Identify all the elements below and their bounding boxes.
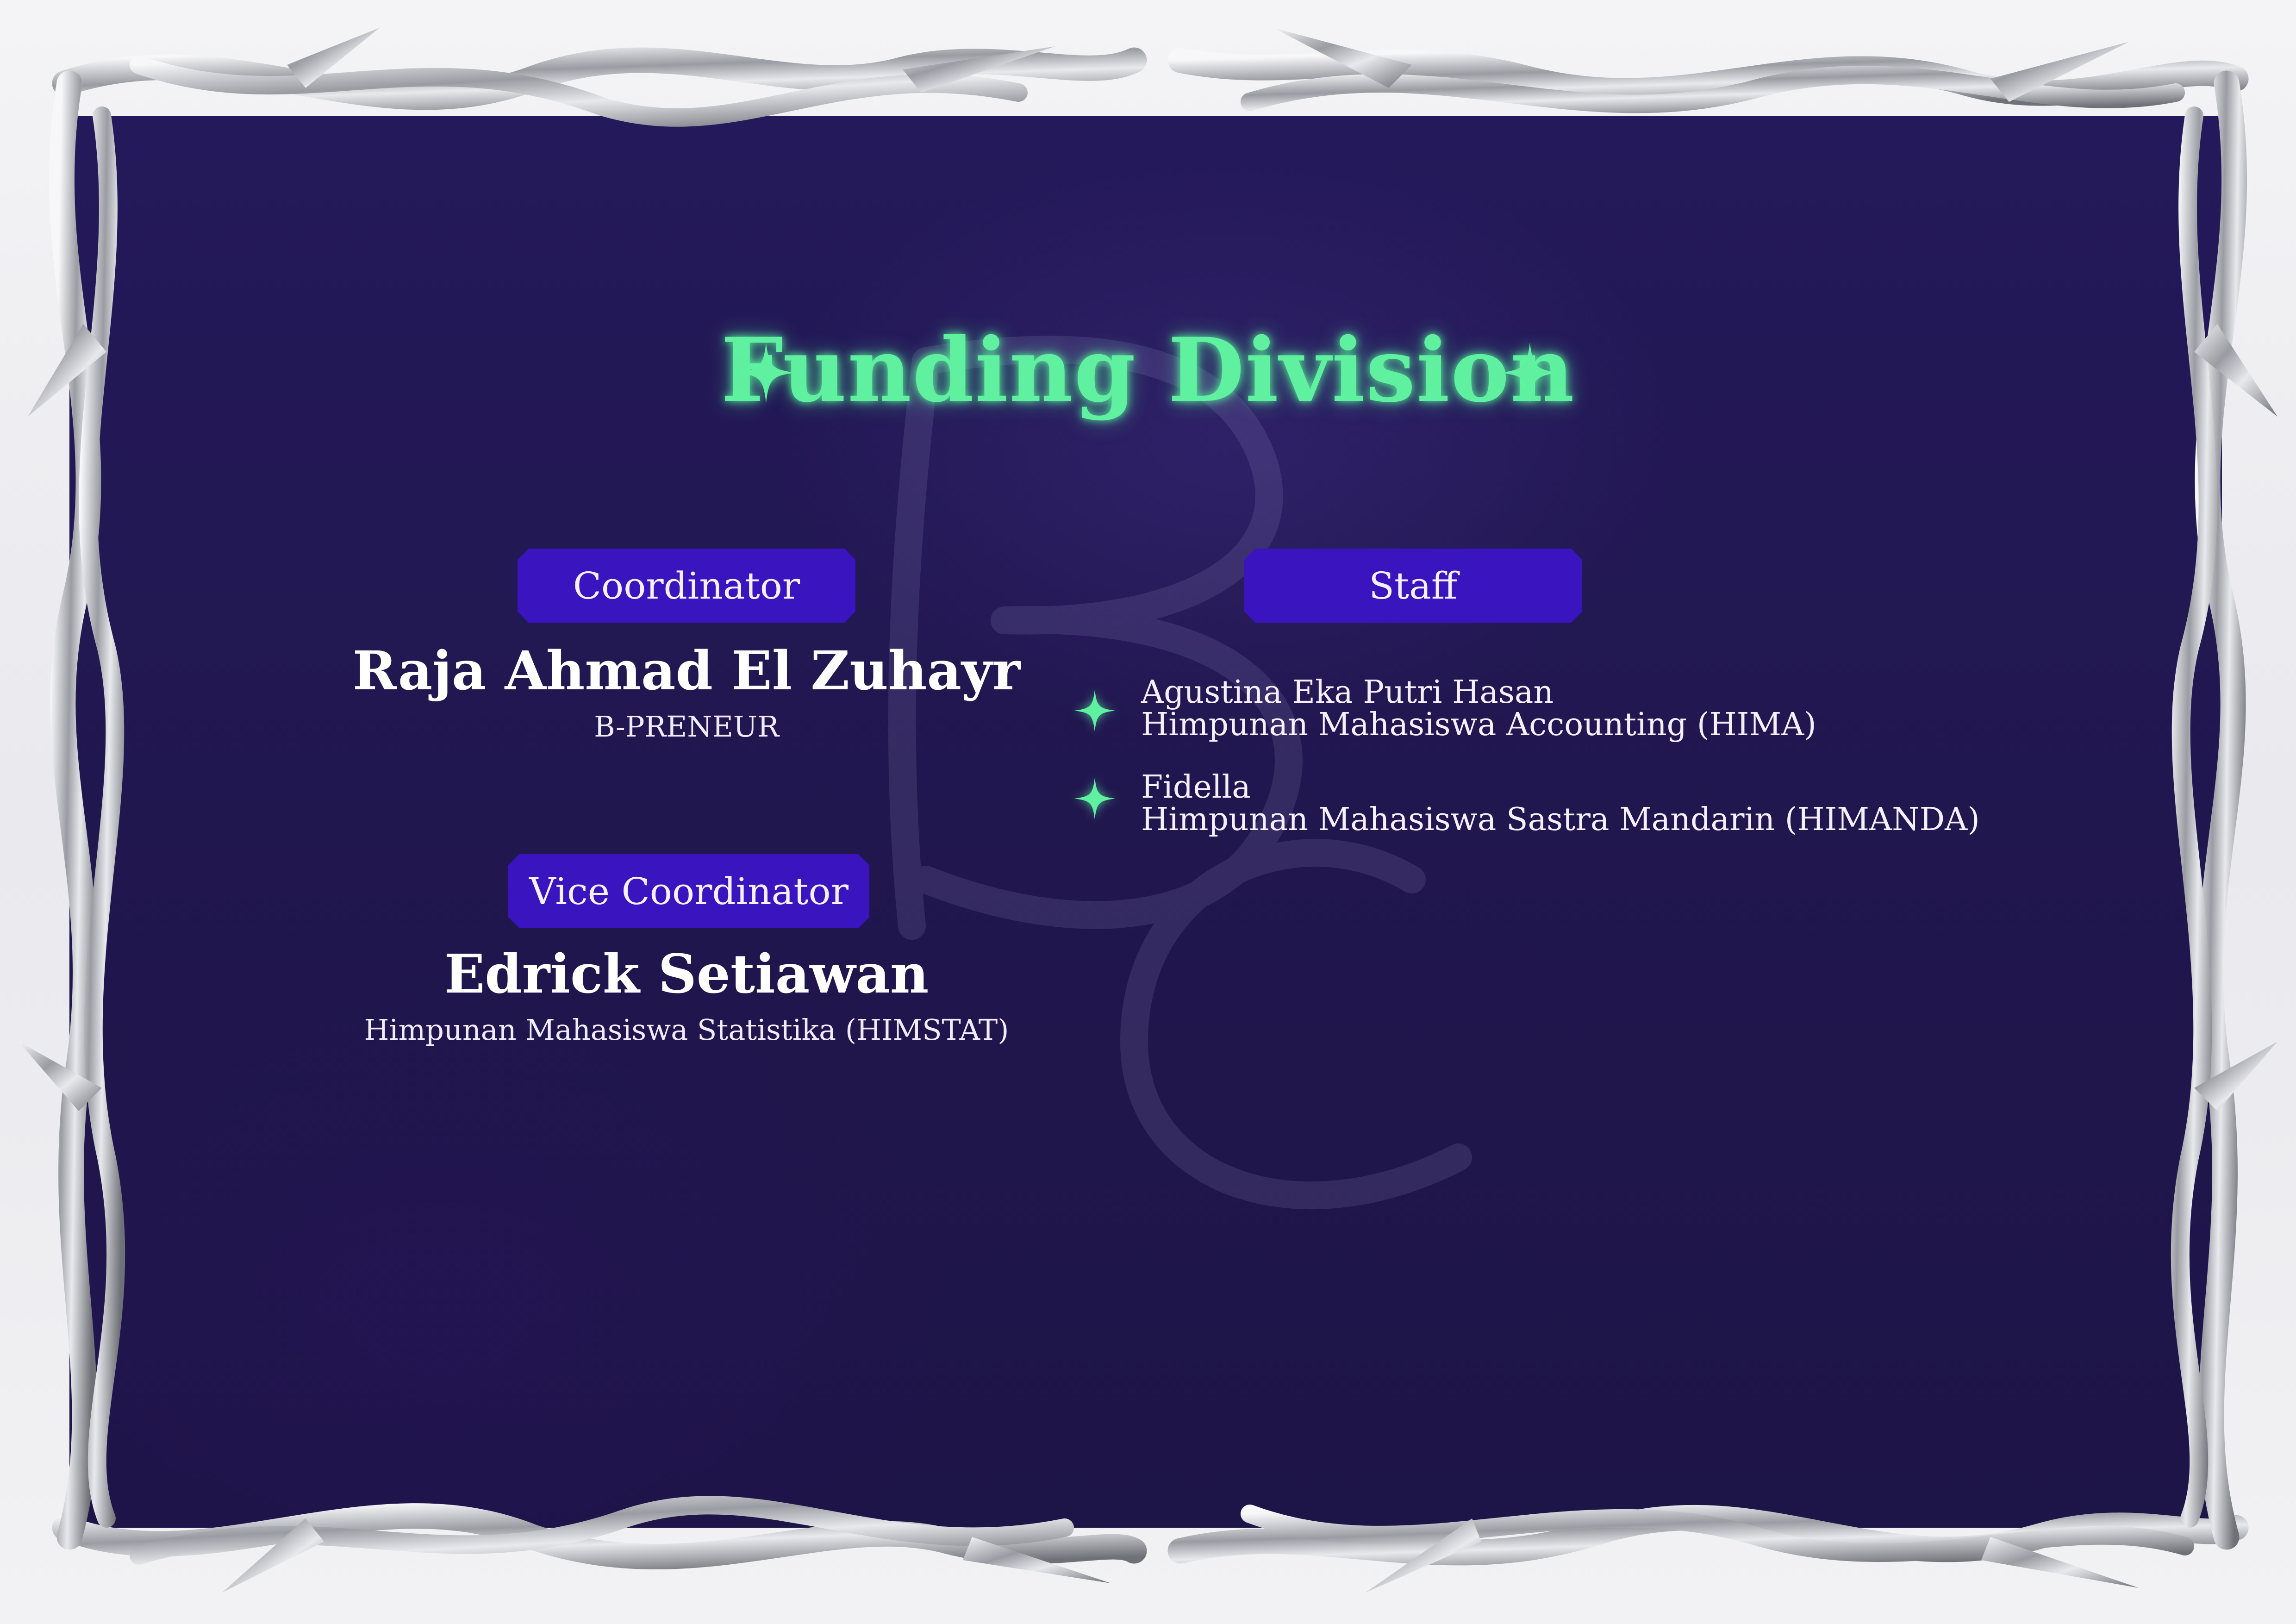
division-title: Funding Division xyxy=(721,319,1575,422)
vice-coordinator-org: Himpunan Mahasiswa Statistika (HIMSTAT) xyxy=(364,1013,1009,1047)
coordinator-name: Raja Ahmad El Zuhayr xyxy=(352,640,1021,702)
staff-member-org: Himpunan Mahasiswa Accounting (HIMA) xyxy=(1141,706,1816,743)
sparkle-icon xyxy=(1074,690,1116,731)
vice-coordinator-tag: Vice Coordinator xyxy=(508,854,869,928)
sparkle-icon xyxy=(736,343,796,403)
vice-coordinator-name: Edrick Setiawan xyxy=(444,943,929,1006)
coordinator-tag: Coordinator xyxy=(518,549,855,623)
staff-member-name: Fidella xyxy=(1141,769,1251,806)
coordinator-org: B-PRENEUR xyxy=(594,710,779,743)
sparkle-icon xyxy=(1074,778,1116,819)
staff-member-name: Agustina Eka Putri Hasan xyxy=(1141,674,1554,711)
staff-member-org: Himpunan Mahasiswa Sastra Mandarin (HIMA… xyxy=(1141,801,1980,838)
sparkle-icon xyxy=(1500,343,1560,403)
staff-tag: Staff xyxy=(1244,549,1582,623)
